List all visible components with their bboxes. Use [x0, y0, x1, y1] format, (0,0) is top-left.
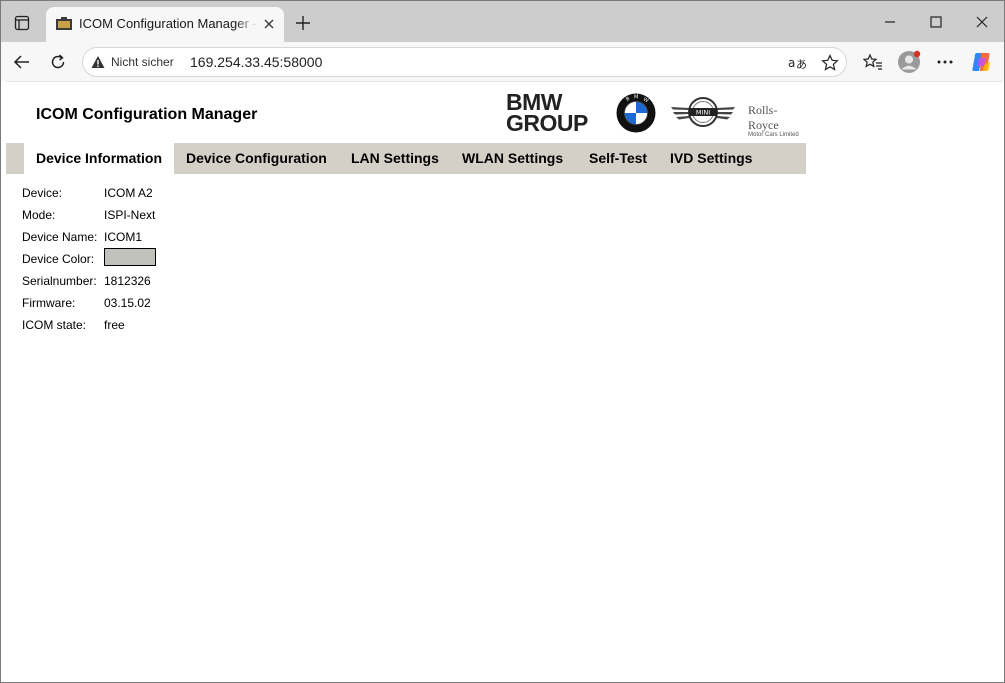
favorites-icon[interactable] [859, 48, 887, 76]
maximize-icon[interactable] [922, 9, 950, 35]
rolls-royce-subtitle: Motor Cars Limited [748, 132, 799, 138]
tab-self-test[interactable]: Self-Test [577, 143, 659, 174]
device-name-label: Device Name: [22, 230, 98, 244]
svg-text:MINI: MINI [696, 109, 710, 117]
page-viewport: ICOM Configuration Manager BMW GROUP B M… [6, 81, 1002, 680]
tab-device-information[interactable]: Device Information [24, 143, 174, 174]
page-title: ICOM Configuration Manager [36, 106, 258, 123]
device-name-value: ICOM1 [104, 230, 143, 244]
reload-icon[interactable] [44, 48, 72, 76]
back-icon[interactable] [8, 48, 36, 76]
security-label[interactable]: Nicht sicher [111, 55, 174, 69]
icom-state-value: free [104, 318, 125, 332]
tab-title: ICOM Configuration Manager - Device Info… [79, 16, 257, 31]
tab-wlan-settings[interactable]: WLAN Settings [450, 143, 575, 174]
copilot-icon[interactable] [968, 48, 996, 76]
minimize-icon[interactable] [876, 9, 904, 35]
bmw-group-logo-line2: GROUP [506, 110, 588, 136]
url-text[interactable]: 169.254.33.45:58000 [190, 54, 322, 70]
bmw-group-logo: BMW GROUP [506, 91, 588, 136]
favorite-star-icon[interactable] [819, 52, 841, 74]
warning-icon[interactable] [91, 55, 105, 69]
tab-device-configuration[interactable]: Device Configuration [174, 143, 339, 174]
close-tab-icon[interactable] [260, 15, 278, 33]
translate-icon[interactable]: aあ [787, 52, 809, 74]
icom-state-label: ICOM state: [22, 318, 87, 332]
device-label: Device: [22, 186, 63, 200]
device-color-label: Device Color: [22, 252, 95, 266]
more-options-icon[interactable] [931, 48, 959, 76]
browser-window: ICOM Configuration Manager - Device Info… [0, 0, 1005, 683]
mode-label: Mode: [22, 208, 56, 222]
bmw-roundel-logo: B M W [616, 93, 656, 133]
tab-actions-icon[interactable] [9, 10, 35, 36]
tab-strip: ICOM Configuration Manager - Device Info… [1, 1, 1004, 42]
new-tab-icon[interactable] [292, 12, 314, 34]
browser-tab[interactable]: ICOM Configuration Manager - Device Info… [46, 7, 284, 42]
firmware-label: Firmware: [22, 296, 76, 310]
page-header: ICOM Configuration Manager BMW GROUP B M… [6, 82, 806, 143]
address-bar[interactable]: Nicht sicher 169.254.33.45:58000 aあ [82, 47, 847, 77]
tab-ivd-settings[interactable]: IVD Settings [658, 143, 764, 174]
profile-avatar[interactable] [895, 48, 923, 76]
svg-text:あ: あ [796, 58, 807, 71]
device-color-swatch [104, 248, 156, 266]
firmware-value: 03.15.02 [104, 296, 151, 310]
device-value: ICOM A2 [104, 186, 153, 200]
close-window-icon[interactable] [968, 9, 996, 35]
mode-value: ISPI-Next [104, 208, 156, 222]
tab-lan-settings[interactable]: LAN Settings [339, 143, 451, 174]
mini-logo: MINI [669, 96, 737, 128]
favicon-icon [56, 17, 72, 31]
svg-text:a: a [788, 56, 795, 70]
rolls-royce-name: Rolls-Royce [748, 103, 779, 132]
browser-toolbar: Nicht sicher 169.254.33.45:58000 aあ [1, 42, 1004, 81]
rolls-royce-logo: Rolls-Royce Motor Cars Limited [748, 103, 806, 138]
serial-value: 1812326 [104, 274, 151, 288]
svg-text:M: M [634, 95, 638, 101]
serial-label: Serialnumber: [22, 274, 97, 288]
main-nav: Device Information Device Configuration … [6, 143, 806, 174]
